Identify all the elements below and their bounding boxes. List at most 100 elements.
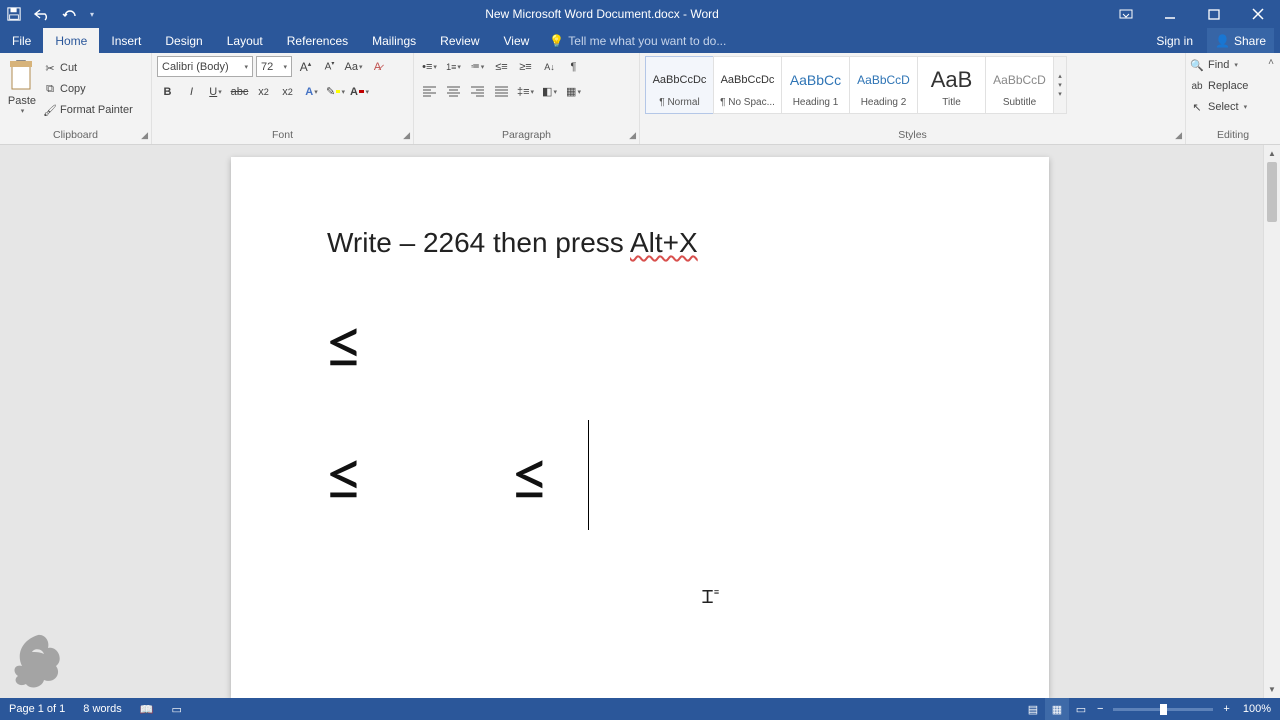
- style-sample: AaBbCcD: [993, 63, 1046, 97]
- multilevel-list-button[interactable]: ≔▾: [467, 56, 488, 77]
- search-icon: 🔍: [1190, 58, 1204, 72]
- sort-button[interactable]: A↓: [539, 56, 560, 77]
- status-words[interactable]: 8 words: [74, 698, 131, 720]
- line-spacing-icon: ‡≡: [517, 86, 530, 98]
- decrease-indent-button[interactable]: ≤≡: [491, 56, 512, 77]
- lightbulb-icon: 💡: [549, 34, 564, 48]
- font-color-button[interactable]: A▾: [349, 81, 370, 102]
- styles-dialog-launcher[interactable]: ◢: [1175, 130, 1182, 141]
- style-tile-heading-2[interactable]: AaBbCcDHeading 2: [849, 56, 918, 114]
- zoom-in-button[interactable]: +: [1219, 698, 1233, 720]
- redo-button[interactable]: [56, 0, 84, 28]
- shading-button[interactable]: ◧▾: [539, 81, 560, 102]
- sign-in-link[interactable]: Sign in: [1146, 34, 1203, 48]
- grow-font-button[interactable]: A▴: [295, 56, 316, 77]
- zoom-level[interactable]: 100%: [1234, 698, 1280, 720]
- style-tile-heading-1[interactable]: AaBbCcHeading 1: [781, 56, 850, 114]
- tab-design[interactable]: Design: [153, 28, 214, 53]
- tab-layout[interactable]: Layout: [215, 28, 275, 53]
- zoom-slider[interactable]: [1113, 708, 1213, 711]
- clear-formatting-button[interactable]: A̷: [367, 56, 388, 77]
- scroll-down-button[interactable]: ▼: [1264, 681, 1280, 698]
- tab-view[interactable]: View: [492, 28, 542, 53]
- paste-button[interactable]: Paste ▾: [7, 58, 37, 115]
- font-name-combo[interactable]: Calibri (Body)▾: [157, 56, 253, 77]
- view-web-button[interactable]: ▭: [1069, 698, 1093, 720]
- line-spacing-button[interactable]: ‡≡▾: [515, 81, 536, 102]
- share-button[interactable]: 👤 Share: [1207, 28, 1274, 53]
- paragraph-dialog-launcher[interactable]: ◢: [629, 130, 636, 141]
- font-dialog-launcher[interactable]: ◢: [403, 130, 410, 141]
- styles-more-button[interactable]: ▴▾▾: [1053, 56, 1067, 114]
- replace-button[interactable]: abReplace: [1190, 76, 1276, 96]
- qa-customize-button[interactable]: ▾: [84, 0, 100, 28]
- vertical-scrollbar[interactable]: ▲ ▼: [1263, 145, 1280, 698]
- italic-button[interactable]: I: [181, 81, 202, 102]
- highlight-button[interactable]: ✎▾: [325, 81, 346, 102]
- document-area: Write – 2264 then press Alt+X ≤ ≤ ≤ ▲ ▼: [0, 145, 1280, 698]
- superscript-button[interactable]: x2: [277, 81, 298, 102]
- pilcrow-icon: ¶: [571, 61, 577, 73]
- style-sample: AaBbCcDc: [653, 63, 707, 97]
- style-tile-title[interactable]: AaBTitle: [917, 56, 986, 114]
- group-paragraph: •≡▾ 1≡▾ ≔▾ ≤≡ ≥≡ A↓ ¶ ‡≡▾ ◧▾ ▦▾ Paragrap…: [414, 53, 640, 144]
- tell-me-search[interactable]: 💡 Tell me what you want to do...: [541, 28, 1146, 53]
- maximize-button[interactable]: [1192, 0, 1236, 28]
- scroll-up-button[interactable]: ▲: [1264, 145, 1280, 162]
- ribbon-options-button[interactable]: [1104, 0, 1148, 28]
- numbering-button[interactable]: 1≡▾: [443, 56, 464, 77]
- tab-file[interactable]: File: [0, 28, 43, 53]
- copy-button[interactable]: ⧉Copy: [43, 79, 133, 99]
- change-case-button[interactable]: Aa▾: [343, 56, 364, 77]
- font-size-combo[interactable]: 72▾: [256, 56, 292, 77]
- collapse-ribbon-button[interactable]: ˄: [1264, 55, 1278, 69]
- ribbon: Paste ▾ ✂Cut ⧉Copy 🖌Format Painter Clipb…: [0, 53, 1280, 145]
- underline-button[interactable]: U▾: [205, 81, 226, 102]
- borders-button[interactable]: ▦▾: [563, 81, 584, 102]
- text-effects-button[interactable]: A▾: [301, 81, 322, 102]
- find-label: Find: [1208, 59, 1229, 71]
- justify-button[interactable]: [491, 81, 512, 102]
- select-button[interactable]: ↖Select▾: [1190, 97, 1276, 117]
- view-read-button[interactable]: ▤: [1021, 698, 1045, 720]
- align-right-button[interactable]: [467, 81, 488, 102]
- style-tile-subtitle[interactable]: AaBbCcDSubtitle: [985, 56, 1054, 114]
- window-controls: [1104, 0, 1280, 28]
- clipboard-dialog-launcher[interactable]: ◢: [141, 130, 148, 141]
- paste-label: Paste: [7, 95, 37, 107]
- status-proofing[interactable]: 📖: [131, 698, 163, 720]
- proofing-icon: 📖: [140, 703, 154, 716]
- document-page[interactable]: Write – 2264 then press Alt+X ≤ ≤ ≤: [231, 157, 1049, 698]
- style-tile--no-spac-[interactable]: AaBbCcDc¶ No Spac...: [713, 56, 782, 114]
- show-marks-button[interactable]: ¶: [563, 56, 584, 77]
- bold-button[interactable]: B: [157, 81, 178, 102]
- cut-button[interactable]: ✂Cut: [43, 58, 133, 78]
- scroll-thumb[interactable]: [1267, 162, 1277, 222]
- doc-line-3: ≤ ≤: [327, 440, 953, 512]
- multilevel-icon: ≔: [471, 61, 480, 72]
- status-page[interactable]: Page 1 of 1: [0, 698, 74, 720]
- undo-button[interactable]: [28, 0, 56, 28]
- subscript-button[interactable]: x2: [253, 81, 274, 102]
- tab-references[interactable]: References: [275, 28, 360, 53]
- zoom-out-button[interactable]: −: [1093, 698, 1107, 720]
- minimize-button[interactable]: [1148, 0, 1192, 28]
- tab-insert[interactable]: Insert: [99, 28, 153, 53]
- tab-home[interactable]: Home: [43, 28, 99, 53]
- strikethrough-button[interactable]: abc: [229, 81, 250, 102]
- tab-review[interactable]: Review: [428, 28, 491, 53]
- increase-indent-button[interactable]: ≥≡: [515, 56, 536, 77]
- shrink-font-button[interactable]: A▾: [319, 56, 340, 77]
- bullets-button[interactable]: •≡▾: [419, 56, 440, 77]
- zoom-knob[interactable]: [1160, 704, 1167, 715]
- tab-mailings[interactable]: Mailings: [360, 28, 428, 53]
- view-print-button[interactable]: ▦: [1045, 698, 1069, 720]
- style-tile--normal[interactable]: AaBbCcDc¶ Normal: [645, 56, 714, 114]
- format-painter-button[interactable]: 🖌Format Painter: [43, 100, 133, 120]
- align-center-button[interactable]: [443, 81, 464, 102]
- style-name: ¶ No Spac...: [720, 97, 775, 108]
- save-button[interactable]: [0, 0, 28, 28]
- close-button[interactable]: [1236, 0, 1280, 28]
- status-macro[interactable]: ▭: [163, 698, 191, 720]
- align-left-button[interactable]: [419, 81, 440, 102]
